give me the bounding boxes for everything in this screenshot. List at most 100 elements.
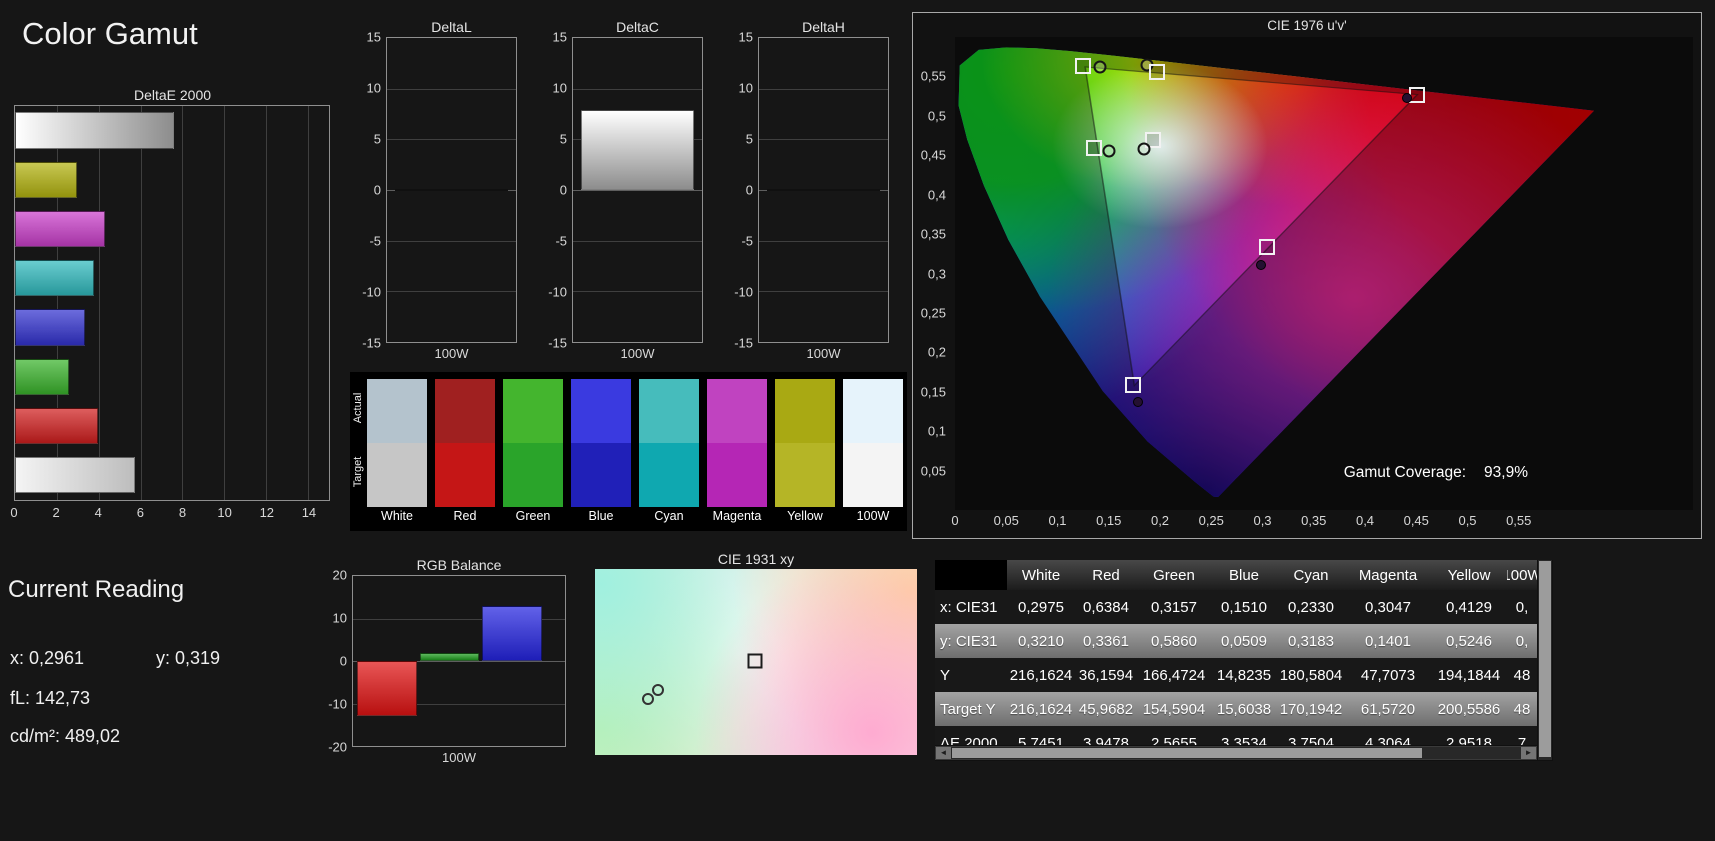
cell: 3,3534	[1221, 734, 1267, 746]
y-tick-label: 0,05	[920, 463, 946, 479]
x-tick-label: 12	[259, 505, 275, 520]
xy-marker-square	[747, 653, 763, 669]
table-row--e-2000[interactable]: ΔE 2000 5,7451 3,9478 2,5655 3,3534 3,7504 4,3…	[935, 726, 1537, 745]
cell: 3,9478	[1083, 734, 1129, 746]
y-tick-label: 20	[332, 567, 347, 583]
swatch-actual-color	[639, 379, 699, 443]
y-tick-label: 0,45	[920, 147, 946, 163]
cell: 0,3047	[1365, 598, 1411, 616]
y-tick-label: 0	[373, 182, 381, 198]
y-tick-label: 5	[373, 131, 381, 147]
gridline	[387, 291, 516, 293]
y-tick-label: 10	[366, 80, 381, 96]
y-tick-label: 0,4	[927, 187, 946, 203]
cell: 0,	[1515, 632, 1529, 650]
table-header-magenta[interactable]: Magenta	[1345, 560, 1431, 590]
swatch-actual-color	[843, 379, 903, 443]
cell: 5,7451	[1018, 734, 1064, 746]
x-tick-label: 0,25	[1198, 513, 1224, 528]
y-tick-label: -20	[328, 739, 347, 755]
color-gamut-window: Color Gamut DeltaE 2000 0 2 4 6 8 10 12 14 Delt…	[0, 0, 1715, 841]
reading-cdm2: cd/m²: 489,02	[10, 726, 121, 746]
y-tick-label: -15	[362, 335, 381, 351]
gamut-marker-dot	[1402, 92, 1413, 103]
cell: 154,5904	[1142, 700, 1206, 718]
swatch-target-color	[843, 443, 903, 507]
swatch-actual-color	[435, 379, 495, 443]
x-tick-label: 6	[136, 505, 145, 520]
x-axis-label: 100W	[442, 750, 476, 765]
x-tick-label: 0,55	[1506, 513, 1532, 528]
horizontal-scroll-thumb[interactable]	[952, 748, 1422, 758]
gamut-marker-square	[1258, 238, 1275, 255]
y-tick-label: 10	[552, 80, 567, 96]
chart-title: CIE 1931 xy	[717, 551, 795, 567]
y-tick-label: -10	[734, 284, 753, 300]
cell: 3,7504	[1288, 734, 1334, 746]
x-tick-label: 2	[52, 505, 60, 520]
table-row-y[interactable]: Y 216,1624 36,1594 166,4724 14,8235 180,5804 4…	[935, 658, 1537, 692]
actual-row-label: Actual	[352, 392, 364, 424]
table-header-green[interactable]: Green	[1137, 560, 1211, 590]
table-header-blue[interactable]: Blue	[1211, 560, 1277, 590]
deltaC-plot	[572, 37, 703, 343]
table-row-target-y[interactable]: Target Y 216,1624 45,9682 154,5904 15,6038 17…	[935, 692, 1537, 726]
cie-xaxis: 0 0,05 0,1 0,15 0,2 0,25 0,3 0,35 0,4 0,45 0,5 0,55	[951, 513, 1693, 530]
deltae2000-chart: DeltaE 2000 0 2 4 6 8 10 12 14	[10, 86, 331, 531]
gridline	[387, 240, 516, 242]
swatch-cyan	[639, 379, 699, 507]
x-axis-label: 100W	[434, 346, 469, 361]
y-tick-label: -15	[734, 335, 753, 351]
table-header-cyan[interactable]: Cyan	[1277, 560, 1345, 590]
gridline	[759, 240, 888, 242]
gridline	[140, 106, 142, 500]
row-label: y: CIE31	[940, 632, 998, 650]
target-row-label: Target	[352, 456, 364, 488]
vertical-scrollbar[interactable]	[1538, 560, 1552, 760]
x-tick-label: 10	[217, 505, 232, 520]
deltaC-bar-100w	[580, 109, 695, 190]
table-header-yellow[interactable]: Yellow	[1431, 560, 1507, 590]
swatch-target-color	[639, 443, 699, 507]
deltae-bar-magenta	[15, 210, 106, 248]
table-row-y-cie31[interactable]: y: CIE31 0,3210 0,3361 0,5860 0,0509 0,3183 0,…	[935, 624, 1537, 658]
y-tick-label: 0	[559, 182, 567, 198]
cell: 47,7073	[1360, 666, 1416, 684]
swatch-actual-color	[367, 379, 427, 443]
gridline	[387, 139, 516, 141]
vertical-scroll-thumb[interactable]	[1539, 561, 1551, 757]
deltaH-bar-100w	[766, 189, 881, 191]
swatch-white	[367, 379, 427, 507]
deltae-bar-red	[15, 407, 98, 445]
table-header-100w[interactable]: 100W	[1507, 560, 1537, 590]
x-axis-label: 100W	[806, 346, 841, 361]
table-header-red[interactable]: Red	[1075, 560, 1137, 590]
row-label: Target Y	[940, 700, 996, 718]
swatch-target-color	[571, 443, 631, 507]
chart-title: DeltaH	[802, 19, 845, 35]
swatch-label: Red	[453, 509, 477, 523]
horizontal-scrollbar[interactable]: ◄ ►	[935, 746, 1537, 760]
table-header-white[interactable]: White	[1007, 560, 1075, 590]
cell: 7	[1517, 734, 1527, 746]
scroll-left-icon[interactable]: ◄	[936, 747, 951, 759]
x-tick-label: 0,15	[1096, 513, 1122, 528]
gamut-marker-circle	[1102, 144, 1116, 158]
reading-y: y: 0,319	[156, 648, 221, 668]
gridline	[98, 106, 100, 500]
y-tick-label: 0,3	[927, 266, 946, 281]
swatch-label: 100W	[856, 509, 890, 523]
table-row-x-cie31[interactable]: x: CIE31 0,2975 0,6384 0,3157 0,1510 0,2330 0,…	[935, 590, 1537, 624]
scroll-right-icon[interactable]: ►	[1521, 747, 1536, 759]
rgb-plot	[352, 575, 566, 747]
y-tick-label: 0,35	[920, 226, 946, 242]
gamut-marker-square	[1409, 86, 1426, 103]
deltae-bar-green	[15, 358, 69, 395]
cie-plot: Gamut Coverage: 93,9%	[955, 37, 1693, 510]
cell: 0,1401	[1365, 632, 1411, 650]
x-tick-label: 0,4	[1355, 513, 1375, 528]
table-header-corner[interactable]	[935, 560, 1007, 590]
delta-charts: DeltaL 15 10 5 0 -5 -10 -15 100W DeltaC 15 10 5 0…	[352, 18, 910, 370]
cell: 45,9682	[1078, 700, 1134, 718]
y-tick-label: -15	[548, 335, 567, 351]
